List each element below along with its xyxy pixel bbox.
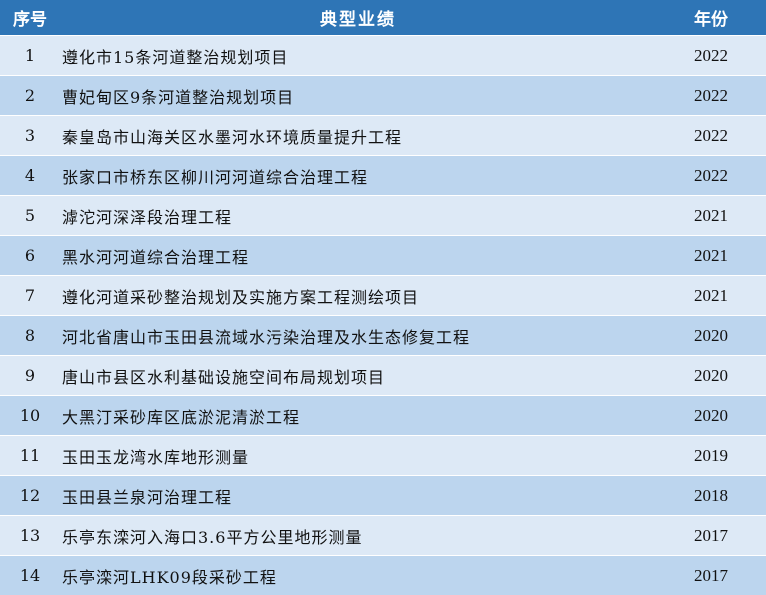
row-number: 10 (19, 406, 41, 425)
table-row: 5 滹沱河深泽段治理工程 2021 (0, 195, 766, 235)
table-row: 13 乐亭东滦河入海口3.6平方公里地形测量 2017 (0, 515, 766, 555)
row-year: 2021 (694, 285, 728, 305)
table-row: 8 河北省唐山市玉田县流域水污染治理及水生态修复工程 2020 (0, 315, 766, 355)
table-row: 11 玉田玉龙湾水库地形测量 2019 (0, 435, 766, 475)
table-row: 14 乐亭滦河LHK09段采砂工程 2017 (0, 555, 766, 595)
row-number: 9 (24, 366, 36, 385)
row-year: 2017 (694, 565, 728, 585)
table-row: 4 张家口市桥东区柳川河河道综合治理工程 2022 (0, 155, 766, 195)
table-row: 9 唐山市县区水利基础设施空间布局规划项目 2020 (0, 355, 766, 395)
performance-table: 序号 典型业绩 年份 1 遵化市15条河道整治规划项目 2022 2 曹妃甸区9条河道整… (0, 0, 766, 595)
table-header: 序号 典型业绩 年份 (0, 0, 766, 35)
row-project-name: 遵化市15条河道整治规划项目 (62, 47, 289, 67)
row-year: 2020 (694, 325, 728, 345)
row-project-name: 玉田玉龙湾水库地形测量 (62, 447, 250, 467)
row-project-name: 曹妃甸区9条河道整治规划项目 (62, 87, 295, 107)
row-year: 2019 (694, 445, 728, 465)
row-number: 3 (24, 126, 36, 145)
row-number: 8 (24, 326, 36, 345)
row-project-name: 遵化河道采砂整治规划及实施方案工程测绘项目 (62, 287, 420, 307)
row-number: 11 (19, 446, 41, 465)
row-year: 2022 (694, 45, 728, 65)
table-row: 2 曹妃甸区9条河道整治规划项目 2022 (0, 75, 766, 115)
table-row: 3 秦皇岛市山海关区水墨河水环境质量提升工程 2022 (0, 115, 766, 155)
row-year: 2021 (694, 245, 728, 265)
row-year: 2022 (694, 125, 728, 145)
row-project-name: 唐山市县区水利基础设施空间布局规划项目 (62, 367, 386, 387)
row-project-name: 黑水河河道综合治理工程 (62, 247, 250, 267)
row-number: 13 (19, 526, 41, 545)
row-project-name: 玉田县兰泉河治理工程 (62, 487, 233, 507)
row-number: 4 (24, 166, 36, 185)
row-year: 2020 (694, 365, 728, 385)
row-number: 1 (24, 46, 36, 65)
table-row: 6 黑水河河道综合治理工程 2021 (0, 235, 766, 275)
table-row: 1 遵化市15条河道整治规划项目 2022 (0, 35, 766, 75)
header-name: 典型业绩 (320, 10, 396, 30)
header-year: 年份 (694, 10, 728, 30)
table-body: 1 遵化市15条河道整治规划项目 2022 2 曹妃甸区9条河道整治规划项目 2022 3 秦… (0, 35, 766, 595)
row-year: 2022 (694, 85, 728, 105)
table-row: 7 遵化河道采砂整治规划及实施方案工程测绘项目 2021 (0, 275, 766, 315)
row-project-name: 滹沱河深泽段治理工程 (62, 207, 233, 227)
row-year: 2022 (694, 165, 728, 185)
row-project-name: 乐亭东滦河入海口3.6平方公里地形测量 (62, 527, 363, 547)
table-row: 10 大黑汀采砂库区底淤泥清淤工程 2020 (0, 395, 766, 435)
row-project-name: 乐亭滦河LHK09段采砂工程 (62, 567, 277, 587)
row-project-name: 大黑汀采砂库区底淤泥清淤工程 (62, 407, 301, 427)
row-project-name: 秦皇岛市山海关区水墨河水环境质量提升工程 (62, 127, 403, 147)
row-year: 2020 (694, 405, 728, 425)
row-number: 12 (19, 486, 41, 505)
row-number: 5 (24, 206, 36, 225)
row-year: 2021 (694, 205, 728, 225)
row-year: 2018 (694, 485, 728, 505)
table-row: 12 玉田县兰泉河治理工程 2018 (0, 475, 766, 515)
row-number: 2 (24, 86, 36, 105)
row-year: 2017 (694, 525, 728, 545)
row-number: 6 (24, 246, 36, 265)
row-number: 14 (19, 566, 41, 585)
row-project-name: 张家口市桥东区柳川河河道综合治理工程 (62, 167, 369, 187)
row-number: 7 (24, 286, 36, 305)
header-no: 序号 (13, 10, 47, 30)
row-project-name: 河北省唐山市玉田县流域水污染治理及水生态修复工程 (62, 327, 471, 347)
